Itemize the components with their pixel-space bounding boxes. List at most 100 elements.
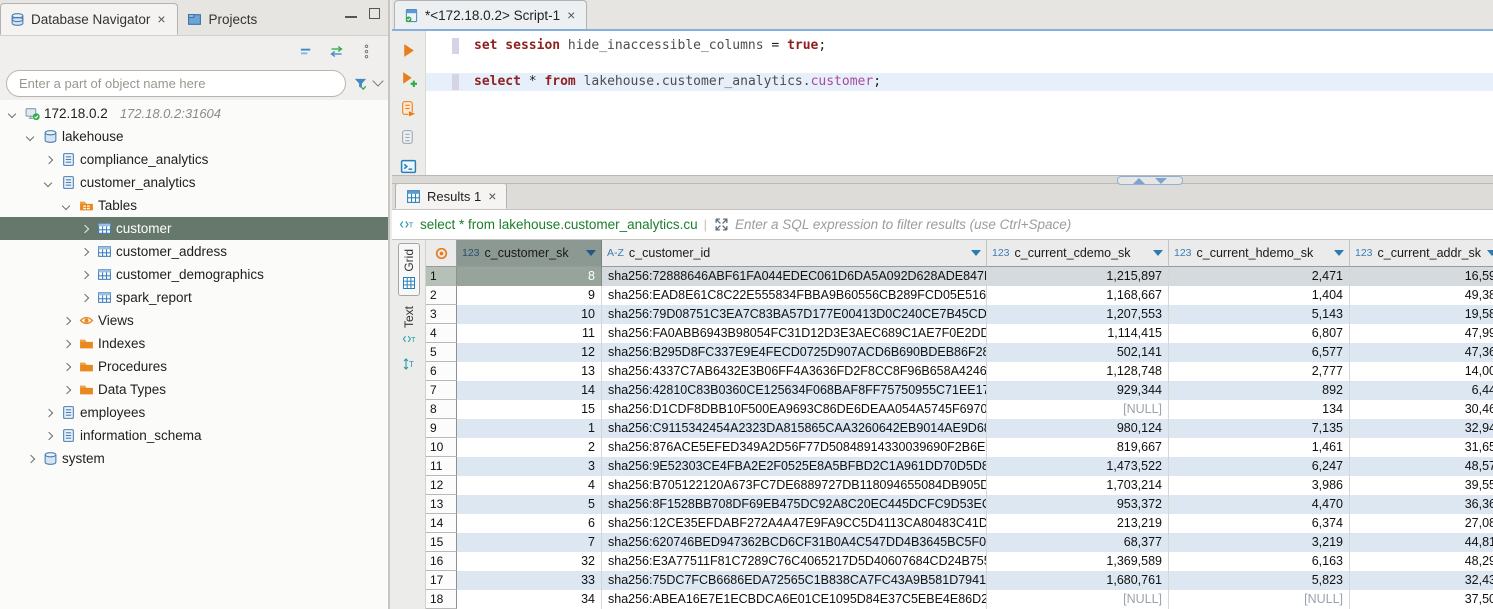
column-dropdown-icon[interactable] xyxy=(1334,250,1344,256)
tree-item-data-types[interactable]: Data Types xyxy=(0,378,388,401)
grid-cell[interactable]: [NULL] xyxy=(1169,590,1350,609)
editor-results-sash[interactable] xyxy=(392,175,1493,184)
grid-cell[interactable]: 1,473,522 xyxy=(987,457,1169,476)
column-dropdown-icon[interactable] xyxy=(1153,250,1163,256)
expand-filter-icon[interactable] xyxy=(713,217,729,233)
chevron-right-icon[interactable] xyxy=(78,268,92,282)
row-number[interactable]: 1 xyxy=(426,267,457,286)
grid-cell[interactable]: 47,99 xyxy=(1350,324,1493,343)
presentation-text-button[interactable]: Text T xyxy=(398,300,420,352)
grid-cell[interactable]: 980,124 xyxy=(987,419,1169,438)
grid-cell[interactable]: 47,36 xyxy=(1350,343,1493,362)
tree-item-customer-address[interactable]: customer_address xyxy=(0,240,388,263)
grid-cell[interactable]: 1,207,553 xyxy=(987,305,1169,324)
grid-cell[interactable]: 1,128,748 xyxy=(987,362,1169,381)
close-icon[interactable]: × xyxy=(566,10,576,20)
grid-cell[interactable]: 929,344 xyxy=(987,381,1169,400)
chevron-down-icon[interactable] xyxy=(42,176,56,190)
grid-cell[interactable]: 48,57 xyxy=(1350,457,1493,476)
column-header-c_current_addr_sk[interactable]: 123c_current_addr_sk xyxy=(1350,240,1493,267)
grid-cell[interactable]: 6,163 xyxy=(1169,552,1350,571)
tree-item-system[interactable]: system xyxy=(0,447,388,470)
grid-cell[interactable]: 1,114,415 xyxy=(987,324,1169,343)
row-number[interactable]: 8 xyxy=(426,400,457,419)
code-line[interactable] xyxy=(426,55,1493,73)
tree-item-compliance-analytics[interactable]: compliance_analytics xyxy=(0,148,388,171)
chevron-down-icon[interactable] xyxy=(372,75,383,86)
grid-cell[interactable]: 3,986 xyxy=(1169,476,1350,495)
row-number[interactable]: 4 xyxy=(426,324,457,343)
grid-cell[interactable]: 15 xyxy=(457,400,602,419)
tree-item-customer-analytics[interactable]: customer_analytics xyxy=(0,171,388,194)
maximize-icon[interactable] xyxy=(369,8,380,19)
grid-cell[interactable]: 36,36 xyxy=(1350,495,1493,514)
grid-cell[interactable]: sha256:42810C83B0360CE125634F068BAF8FF75… xyxy=(602,381,987,400)
grid-cell[interactable]: 27,08 xyxy=(1350,514,1493,533)
collapse-all-icon[interactable] xyxy=(298,43,314,59)
chevron-right-icon[interactable] xyxy=(60,383,74,397)
tree-item-information-schema[interactable]: information_schema xyxy=(0,424,388,447)
chevron-right-icon[interactable] xyxy=(42,429,56,443)
grid-cell[interactable]: 4 xyxy=(457,476,602,495)
switch-presentation-icon[interactable]: T xyxy=(401,356,417,372)
grid-cell[interactable]: sha256:72888646ABF61FA044EDEC061D6DA5A09… xyxy=(602,267,987,286)
close-icon[interactable]: × xyxy=(487,191,497,201)
collapse-up-icon[interactable] xyxy=(1133,178,1145,184)
grid-cell[interactable]: 13 xyxy=(457,362,602,381)
row-number[interactable]: 15 xyxy=(426,533,457,552)
grid-cell[interactable]: 48,29 xyxy=(1350,552,1493,571)
tree-item-customer-demographics[interactable]: customer_demographics xyxy=(0,263,388,286)
grid-cell[interactable]: 39,55 xyxy=(1350,476,1493,495)
grid-cell[interactable]: 213,219 xyxy=(987,514,1169,533)
grid-cell[interactable]: 10 xyxy=(457,305,602,324)
grid-cell[interactable]: sha256:4337C7AB6432E3B06FF4A3636FD2F8CC8… xyxy=(602,362,987,381)
grid-cell[interactable]: 2,777 xyxy=(1169,362,1350,381)
tree-item-spark-report[interactable]: spark_report xyxy=(0,286,388,309)
grid-cell[interactable]: 2 xyxy=(457,438,602,457)
grid-cell[interactable]: sha256:620746BED947362BCD6CF31B0A4C547DD… xyxy=(602,533,987,552)
chevron-right-icon[interactable] xyxy=(42,406,56,420)
row-number[interactable]: 9 xyxy=(426,419,457,438)
grid-cell[interactable]: 44,81 xyxy=(1350,533,1493,552)
chevron-down-icon[interactable] xyxy=(60,199,74,213)
tree-item-views[interactable]: Views xyxy=(0,309,388,332)
grid-cell[interactable]: 12 xyxy=(457,343,602,362)
grid-cell[interactable]: 37,50 xyxy=(1350,590,1493,609)
row-number[interactable]: 18 xyxy=(426,590,457,609)
tab-results-1[interactable]: Results 1 × xyxy=(395,183,507,209)
grid-cell[interactable]: 32,94 xyxy=(1350,419,1493,438)
row-number[interactable]: 13 xyxy=(426,495,457,514)
grid-cell[interactable]: 6,577 xyxy=(1169,343,1350,362)
row-number[interactable]: 16 xyxy=(426,552,457,571)
tree-item-indexes[interactable]: Indexes xyxy=(0,332,388,355)
grid-cell[interactable]: 3 xyxy=(457,457,602,476)
chevron-right-icon[interactable] xyxy=(60,337,74,351)
grid-cell[interactable]: 1 xyxy=(457,419,602,438)
grid-cell[interactable]: sha256:ABEA16E7E1ECBDCA6E01CE1095D84E37C… xyxy=(602,590,987,609)
grid-cell[interactable]: sha256:79D08751C3EA7C83BA57D177E00413D0C… xyxy=(602,305,987,324)
tree-item-procedures[interactable]: Procedures xyxy=(0,355,388,378)
tree-item-customer[interactable]: customer xyxy=(0,217,388,240)
grid-cell[interactable]: 1,215,897 xyxy=(987,267,1169,286)
execute-statement-icon[interactable] xyxy=(400,41,418,59)
grid-cell[interactable]: sha256:EAD8E61C8C22E555834FBBA9B60556CB2… xyxy=(602,286,987,305)
execute-script-icon[interactable] xyxy=(400,99,418,117)
results-filter-bar[interactable]: T select * from lakehouse.customer_analy… xyxy=(392,210,1493,240)
open-console-icon[interactable] xyxy=(400,157,418,175)
grid-cell[interactable]: sha256:E3A77511F81C7289C76C4065217D5D406… xyxy=(602,552,987,571)
grid-cell[interactable]: 6,247 xyxy=(1169,457,1350,476)
grid-cell[interactable]: [NULL] xyxy=(987,590,1169,609)
tree-item-employees[interactable]: employees xyxy=(0,401,388,424)
column-header-c_customer_sk[interactable]: 123c_customer_sk xyxy=(457,240,602,267)
grid-cell[interactable]: 11 xyxy=(457,324,602,343)
grid-cell[interactable]: sha256:FA0ABB6943B98054FC31D12D3E3AEC689… xyxy=(602,324,987,343)
close-icon[interactable]: × xyxy=(156,14,166,24)
grid-cell[interactable]: 1,461 xyxy=(1169,438,1350,457)
tree-item-172-18-0-2[interactable]: 172.18.0.2172.18.0.2:31604 xyxy=(0,102,388,125)
grid-cell[interactable]: sha256:8F1528BB708DF69EB475DC92A8C20EC44… xyxy=(602,495,987,514)
grid-cell[interactable]: sha256:12CE35EFDABF272A4A47E9FA9CC5D4113… xyxy=(602,514,987,533)
chevron-right-icon[interactable] xyxy=(78,222,92,236)
grid-cell[interactable]: 1,404 xyxy=(1169,286,1350,305)
grid-cell[interactable]: 1,703,214 xyxy=(987,476,1169,495)
chevron-right-icon[interactable] xyxy=(78,245,92,259)
